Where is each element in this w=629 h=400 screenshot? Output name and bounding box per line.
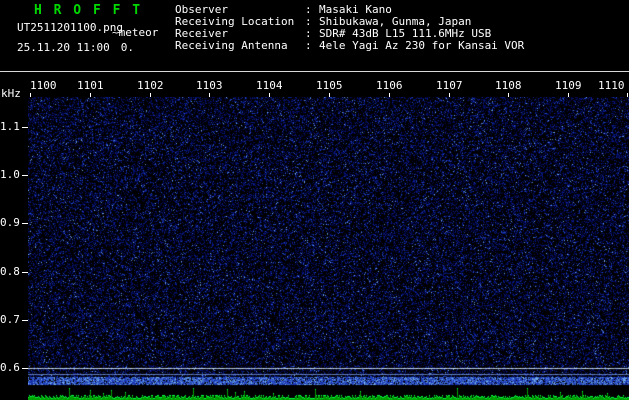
spectrogram-canvas <box>28 97 629 400</box>
observation-datetime: 25.11.20 11:00 <box>17 41 110 54</box>
echo-counter: 0. <box>120 41 134 54</box>
time-label-1105: 1105 <box>316 79 343 92</box>
freq-label-0.6: 0.6 <box>0 361 20 374</box>
time-label-1106: 1106 <box>376 79 403 92</box>
freq-unit-label: kHz <box>1 87 21 100</box>
freq-label-0.9: 0.9 <box>0 216 20 229</box>
info-colon: : <box>305 39 312 52</box>
time-label-1102: 1102 <box>137 79 164 92</box>
info-label: Receiving Antenna <box>175 39 288 52</box>
info-row-receiving-antenna: Receiving Antenna:4ele Yagi Az 230 for K… <box>175 40 524 52</box>
hrofft-output-image: H R O F F T UT2511201100.png ~meteor 25.… <box>0 0 629 400</box>
time-label-1108: 1108 <box>495 79 522 92</box>
time-label-1103: 1103 <box>196 79 223 92</box>
time-label-1104: 1104 <box>256 79 283 92</box>
output-filename: UT2511201100.png <box>17 21 123 34</box>
time-label-1100: 1100 <box>30 79 57 92</box>
freq-label-1.0: 1.0 <box>0 168 20 181</box>
header-divider <box>0 71 629 72</box>
time-label-1110: 1110 <box>598 79 625 92</box>
freq-label-0.8: 0.8 <box>0 265 20 278</box>
info-value: 4ele Yagi Az 230 for Kansai VOR <box>319 39 525 52</box>
time-label-1107: 1107 <box>436 79 463 92</box>
app-title: H R O F F T <box>34 3 143 18</box>
observation-info-block: Observer: Masaki Kano Receiving Location: S… <box>175 4 524 52</box>
mode-tag: ~meteor <box>112 26 159 39</box>
time-label-1109: 1109 <box>555 79 582 92</box>
freq-label-1.1: 1.1 <box>0 120 20 133</box>
freq-label-0.7: 0.7 <box>0 313 20 326</box>
observation-datetime-row: 25.11.20 11:00 0. <box>17 42 134 54</box>
time-label-1101: 1101 <box>77 79 104 92</box>
